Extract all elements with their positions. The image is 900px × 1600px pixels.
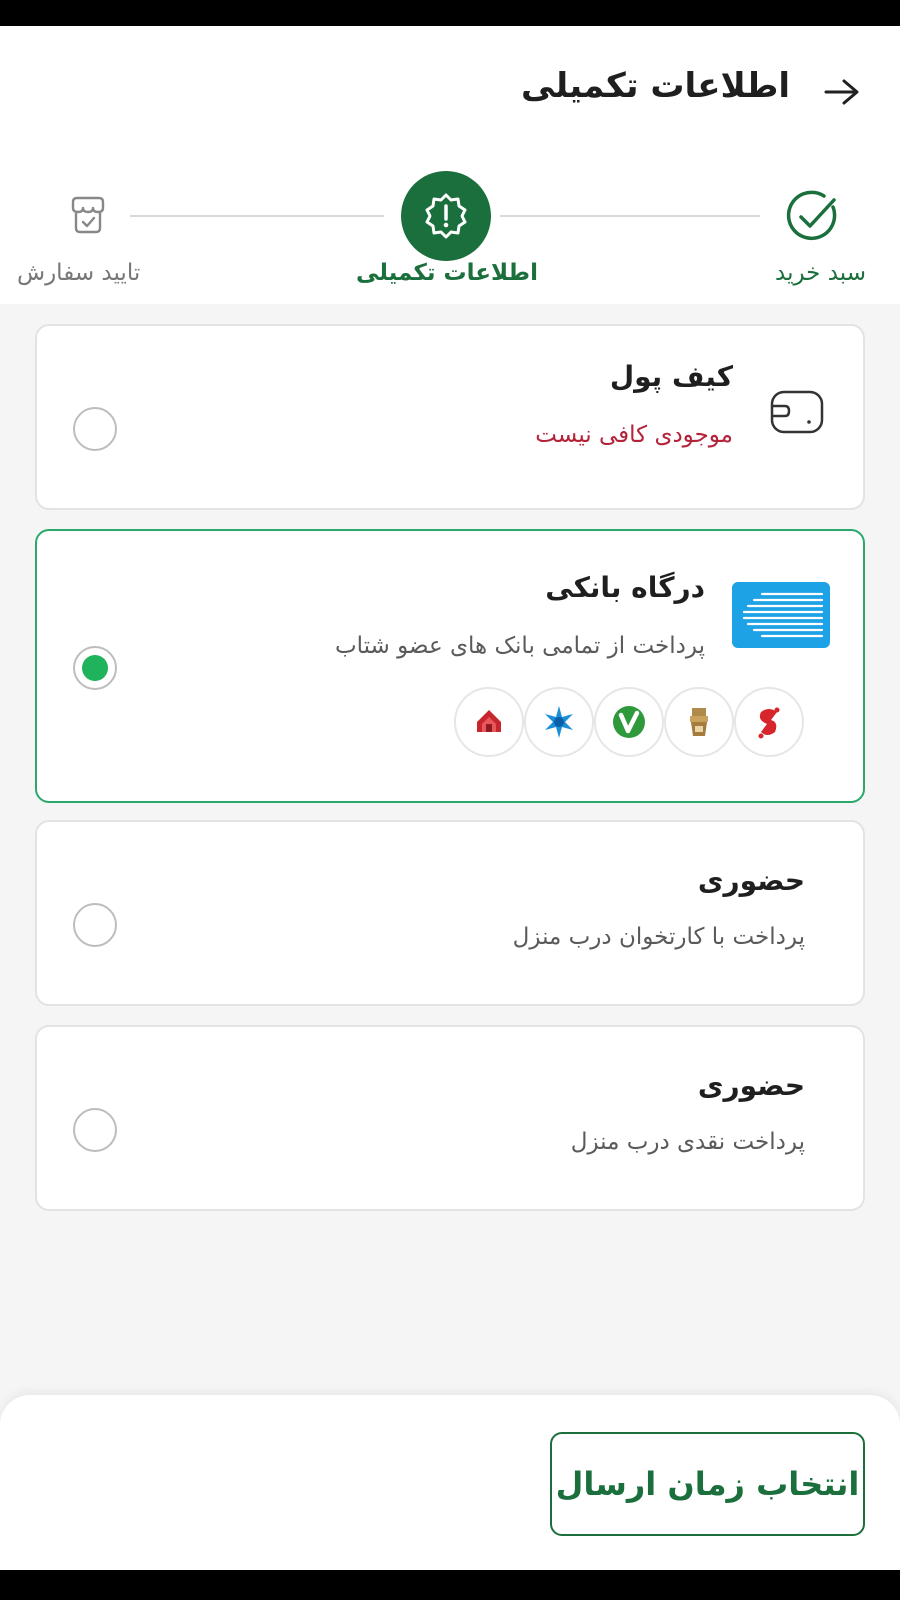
option-subtitle: پرداخت از تمامی بانک های عضو شتاب [334,633,705,659]
info-badge-icon [425,193,467,239]
step-label-extra-info: اطلاعات تکمیلی [356,260,538,286]
back-button[interactable] [820,70,864,114]
bank-saman-logo [524,687,594,757]
step-extra-info[interactable] [401,171,491,261]
arrow-right-icon [824,79,859,105]
bottom-action-bar: انتخاب زمان ارسال [0,1395,900,1570]
radio-button-selected[interactable] [73,646,117,690]
step-label-cart: سبد خرید [775,260,866,286]
page-title: اطلاعات تکمیلی [521,66,790,106]
select-delivery-time-button[interactable]: انتخاب زمان ارسال [550,1432,865,1536]
status-bar [0,0,900,26]
radio-button[interactable] [73,407,117,451]
step-confirm[interactable] [62,189,114,241]
step-label-confirm: تایید سفارش [17,260,141,286]
step-cart[interactable] [783,186,843,246]
radio-button[interactable] [73,1108,117,1152]
option-subtitle: موجودی کافی نیست [535,422,733,448]
bank-tejarat-logo [734,687,804,757]
bank-eghtesad-novin-logo [594,687,664,757]
wallet-icon [770,390,824,434]
payment-option-wallet[interactable]: کیف پول موجودی کافی نیست [35,324,865,510]
bank-melli-logo [454,687,524,757]
payment-option-bank-gateway[interactable]: درگاه بانکی پرداخت از تمامی بانک های عضو… [35,529,865,803]
shop-icon [71,196,105,234]
option-title: کیف پول [609,360,733,393]
payment-option-cash-at-door[interactable]: حضوری پرداخت نقدی درب منزل [35,1025,865,1211]
system-nav-bar [0,1570,900,1600]
shetab-logo [732,582,830,648]
top-panel: اطلاعات تکمیلی سبد خرید اطلاعات تکمیلی ت… [0,26,900,304]
checkout-stepper: سبد خرید اطلاعات تکمیلی تایید سفارش [0,156,900,304]
check-circle-icon [786,190,837,241]
payment-option-pos-at-door[interactable]: حضوری پرداخت با کارتخوان درب منزل [35,820,865,1006]
option-title: درگاه بانکی [545,571,705,604]
option-subtitle: پرداخت با کارتخوان درب منزل [512,924,805,950]
radio-button[interactable] [73,903,117,947]
option-subtitle: پرداخت نقدی درب منزل [570,1129,805,1155]
option-title: حضوری [697,864,805,897]
option-title: حضوری [697,1069,805,1102]
step-connector [500,215,760,217]
header: اطلاعات تکمیلی [0,26,900,156]
step-connector [130,215,384,217]
bank-sepah-logo [664,687,734,757]
